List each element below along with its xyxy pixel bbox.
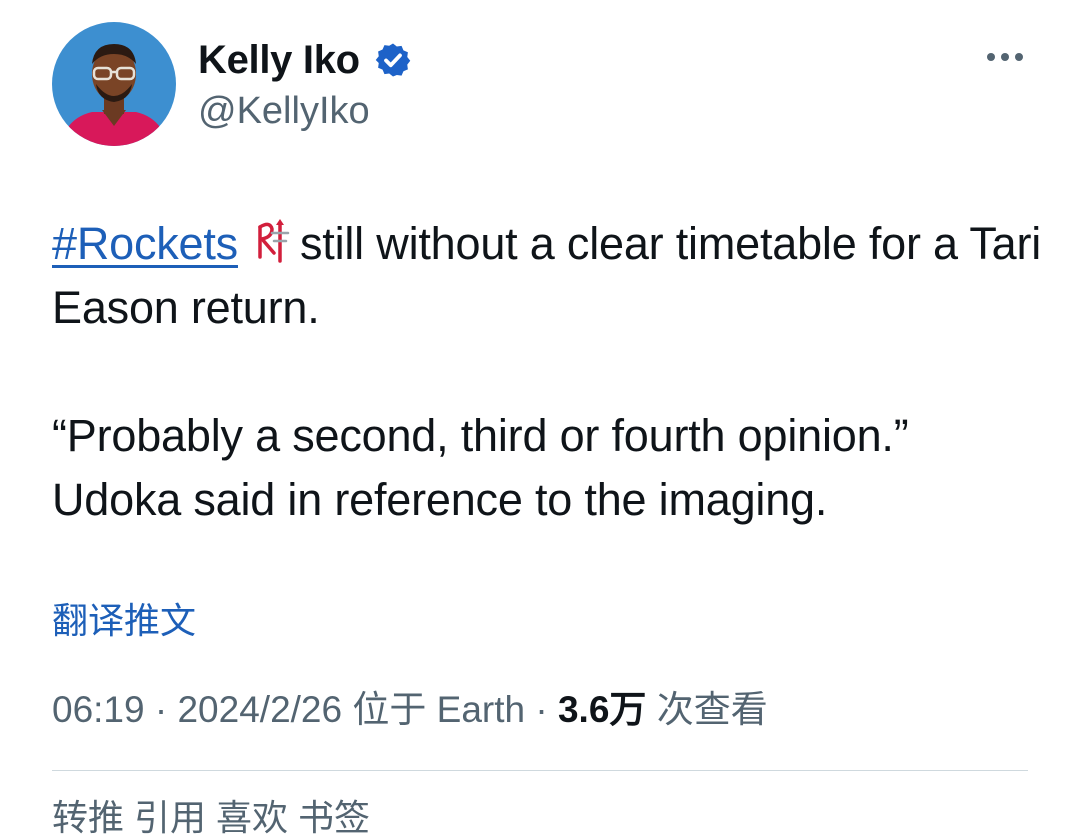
rockets-logo-icon <box>258 219 290 263</box>
tweet-paragraph-1: #Rockets still without a clear timetable… <box>52 212 1042 340</box>
engagement-stats-row[interactable]: 转推 引用 喜欢 书签 <box>52 796 370 840</box>
author-name-text: Kelly Iko <box>198 38 360 82</box>
hashtag-link[interactable]: #Rockets <box>52 218 238 269</box>
author-handle[interactable]: @KellyIko <box>198 88 370 134</box>
avatar[interactable] <box>52 22 176 146</box>
meta-separator: · <box>525 689 558 730</box>
author-display-name[interactable]: Kelly Iko <box>198 36 412 84</box>
views-count: 3.6万 <box>557 689 647 730</box>
tweet-text: #Rockets still without a clear timetable… <box>52 212 1042 532</box>
verified-badge-icon <box>375 43 411 77</box>
tweet-paragraph-2: “Probably a second, third or fourth opin… <box>52 410 909 525</box>
divider <box>52 770 1028 771</box>
avatar-photo <box>52 22 176 146</box>
tweet-time[interactable]: 06:19 <box>52 689 145 730</box>
tweet-metadata: 06:19 · 2024/2/26 位于 Earth · 3.6万 次查看 <box>52 686 768 734</box>
translate-tweet-link[interactable]: 翻译推文 <box>52 598 196 644</box>
meta-separator: · <box>144 689 178 730</box>
tweet-location: 位于 Earth <box>352 689 526 730</box>
tweet-date[interactable]: 2024/2/26 <box>177 689 342 730</box>
more-horizontal-icon[interactable] <box>984 40 1026 74</box>
views-label: 次查看 <box>656 689 768 730</box>
